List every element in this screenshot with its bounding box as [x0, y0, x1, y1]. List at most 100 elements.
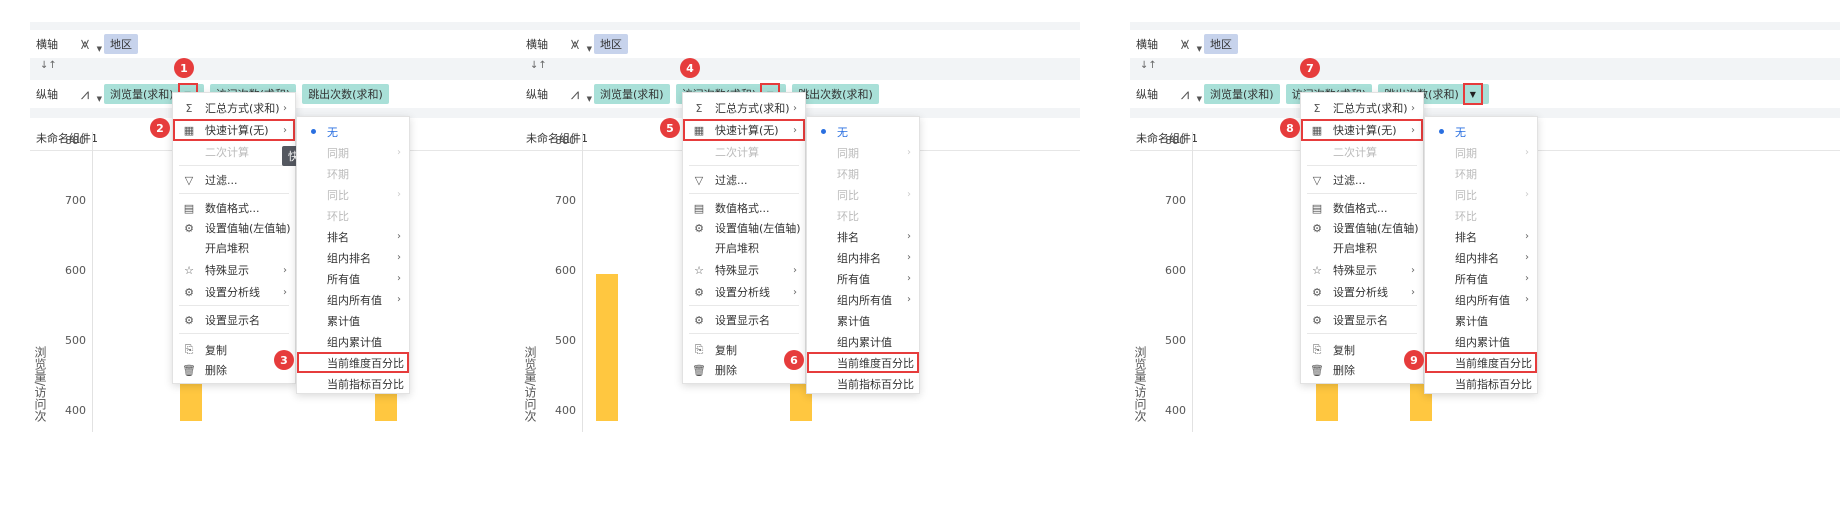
menu-item-filter[interactable]: ▽ 过滤... [173, 169, 295, 191]
submenu-item-group-cumulative[interactable]: 组内累计值 [1425, 331, 1537, 352]
step-badge: 5 [660, 118, 680, 138]
menu-item-number-format[interactable]: ▤ 数值格式... [1301, 197, 1423, 219]
menu-item-label: 快速计算(无) [1333, 124, 1397, 137]
submenu-item-prev-period[interactable]: 环期 [297, 163, 409, 184]
menu-item-aggregate[interactable]: Σ 汇总方式(求和) › [683, 97, 805, 119]
x-axis-label: 横轴 [1136, 38, 1158, 51]
menu-item-label: 设置值轴(左值轴) [1333, 222, 1419, 235]
menu-item-secondary-calc[interactable]: 二次计算› [173, 141, 295, 163]
menu-item-special-display[interactable]: ☆ 特殊显示 › [173, 259, 295, 281]
submenu-item-group-rank[interactable]: 组内排名 › [297, 247, 409, 268]
submenu-item-cumulative[interactable]: 累计值 [807, 310, 919, 331]
submenu-item-group-rank[interactable]: 组内排名 › [1425, 247, 1537, 268]
submenu-item-group-rank[interactable]: 组内排名 › [807, 247, 919, 268]
star-icon: ☆ [694, 263, 704, 277]
submenu-item-group-all-values[interactable]: 组内所有值 › [297, 289, 409, 310]
submenu-item-label: 所有值 [327, 272, 360, 286]
swap-icon[interactable]: ↓↑ [40, 60, 57, 71]
y-axis-label: 纵轴 [36, 88, 58, 101]
menu-item-analysis-line[interactable]: ⚙ 设置分析线 › [683, 281, 805, 303]
submenu-item-same-period[interactable]: 同期 › [297, 142, 409, 163]
swap-icon[interactable]: ↓↑ [530, 60, 547, 71]
submenu-item-yoy[interactable]: 同比 › [297, 184, 409, 205]
menu-item-special-display[interactable]: ☆ 特殊显示 › [1301, 259, 1423, 281]
menu-item-analysis-line[interactable]: ⚙ 设置分析线 › [173, 281, 295, 303]
sigma-icon: Σ [1313, 101, 1321, 115]
menu-item-analysis-line[interactable]: ⚙ 设置分析线 › [1301, 281, 1423, 303]
menu-item-filter[interactable]: ▽ 过滤... [1301, 169, 1423, 191]
submenu-item-cumulative[interactable]: 累计值 [297, 310, 409, 331]
submenu-item-all-values[interactable]: 所有值 › [297, 268, 409, 289]
menu-item-special-display[interactable]: ☆ 特殊显示 › [683, 259, 805, 281]
dimension-pill[interactable]: 地区 [594, 34, 628, 54]
menu-item-aggregate[interactable]: Σ 汇总方式(求和) › [173, 97, 295, 119]
menu-item-display-name[interactable]: ⚙ 设置显示名 [173, 309, 295, 331]
submenu-item-prev-period[interactable]: 环期 [807, 163, 919, 184]
chart-type-icon[interactable]: ⩙ ▼ [1166, 34, 1204, 54]
submenu-item-none[interactable]: 无 [1425, 121, 1537, 142]
line-chart-icon[interactable]: ⩘ ▼ [66, 84, 104, 104]
submenu-item-measure-percent[interactable]: 当前指标百分比 [807, 373, 919, 394]
dimension-pill[interactable]: 地区 [1204, 34, 1238, 54]
submenu-item-yoy[interactable]: 同比 › [1425, 184, 1537, 205]
submenu-item-same-period[interactable]: 同期 › [1425, 142, 1537, 163]
menu-item-stack[interactable]: 开启堆积 [1301, 237, 1423, 259]
menu-item-quick-calc[interactable]: ▦ 快速计算(无) › [1301, 119, 1423, 141]
step-badge: 9 [1404, 350, 1424, 370]
submenu-item-label: 无 [837, 125, 848, 139]
line-chart-icon[interactable]: ⩘ ▼ [1166, 84, 1204, 104]
menu-item-display-name[interactable]: ⚙ 设置显示名 [683, 309, 805, 331]
menu-item-value-axis[interactable]: ⚙ 设置值轴(左值轴) [1301, 217, 1423, 239]
submenu-item-rank[interactable]: 排名 › [1425, 226, 1537, 247]
submenu-item-prev-period[interactable]: 环期 [1425, 163, 1537, 184]
submenu-item-group-cumulative[interactable]: 组内累计值 [297, 331, 409, 352]
chart-type-icon[interactable]: ⩙ ▼ [66, 34, 104, 54]
submenu-item-yoy[interactable]: 同比 › [807, 184, 919, 205]
submenu-item-label: 排名 [327, 230, 349, 244]
submenu-item-rank[interactable]: 排名 › [297, 226, 409, 247]
dimension-pill[interactable]: 地区 [104, 34, 138, 54]
submenu-item-mom[interactable]: 环比 [807, 205, 919, 226]
menu-item-aggregate[interactable]: Σ 汇总方式(求和) › [1301, 97, 1423, 119]
submenu-item-all-values[interactable]: 所有值 › [1425, 268, 1537, 289]
x-axis-label: 横轴 [36, 38, 58, 51]
submenu-item-same-period[interactable]: 同期 › [807, 142, 919, 163]
submenu-item-dim-percent[interactable]: 当前维度百分比 [297, 352, 409, 373]
menu-item-secondary-calc[interactable]: 二次计算 [683, 141, 805, 163]
submenu-item-measure-percent[interactable]: 当前指标百分比 [297, 373, 409, 394]
measure-pill[interactable]: 浏览量(求和) [1204, 84, 1280, 104]
submenu-item-dim-percent[interactable]: 当前维度百分比 [807, 352, 919, 373]
measure-pill[interactable]: 浏览量(求和) [594, 84, 670, 104]
submenu-item-all-values[interactable]: 所有值 › [807, 268, 919, 289]
menu-item-quick-calc[interactable]: ▦ 快速计算(无) › [683, 119, 805, 141]
menu-item-quick-calc[interactable]: ▦ 快速计算(无) › [173, 119, 295, 141]
submenu-item-rank[interactable]: 排名 › [807, 226, 919, 247]
menu-item-secondary-calc[interactable]: 二次计算 [1301, 141, 1423, 163]
chart-type-icon[interactable]: ⩙ ▼ [556, 34, 594, 54]
submenu-item-mom[interactable]: 环比 [1425, 205, 1537, 226]
submenu-item-dim-percent[interactable]: 当前维度百分比 [1425, 352, 1537, 373]
menu-item-number-format[interactable]: ▤ 数值格式... [683, 197, 805, 219]
line-chart-icon[interactable]: ⩘ ▼ [556, 84, 594, 104]
menu-item-stack[interactable]: 开启堆积 [683, 237, 805, 259]
dropdown-button[interactable]: ▼ [1462, 83, 1483, 105]
step-badge: 4 [680, 58, 700, 78]
menu-item-filter[interactable]: ▽ 过滤... [683, 169, 805, 191]
swap-icon[interactable]: ↓↑ [1140, 60, 1157, 71]
submenu-item-group-all-values[interactable]: 组内所有值 › [807, 289, 919, 310]
submenu-item-none[interactable]: 无 [297, 121, 409, 142]
submenu-item-none[interactable]: 无 [807, 121, 919, 142]
submenu-item-group-cumulative[interactable]: 组内累计值 [807, 331, 919, 352]
measure-pill[interactable]: 跳出次数(求和) [302, 84, 389, 104]
menu-item-display-name[interactable]: ⚙ 设置显示名 [1301, 309, 1423, 331]
menu-item-label: 特殊显示 [205, 264, 249, 277]
submenu-item-cumulative[interactable]: 累计值 [1425, 310, 1537, 331]
y-axis-row: 纵轴 ⩘▼ 浏览量(求和) 访问次数(求和) 跳出次数(求和)▼ [1130, 80, 1840, 108]
menu-item-value-axis[interactable]: ⚙ 设置值轴(左值轴) [683, 217, 805, 239]
menu-item-number-format[interactable]: ▤ 数值格式... [173, 197, 295, 219]
menu-item-stack[interactable]: 开启堆积 [173, 237, 295, 259]
menu-item-value-axis[interactable]: ⚙ 设置值轴(左值轴) [173, 217, 295, 239]
submenu-item-group-all-values[interactable]: 组内所有值 › [1425, 289, 1537, 310]
submenu-item-mom[interactable]: 环比 [297, 205, 409, 226]
submenu-item-measure-percent[interactable]: 当前指标百分比 [1425, 373, 1537, 394]
